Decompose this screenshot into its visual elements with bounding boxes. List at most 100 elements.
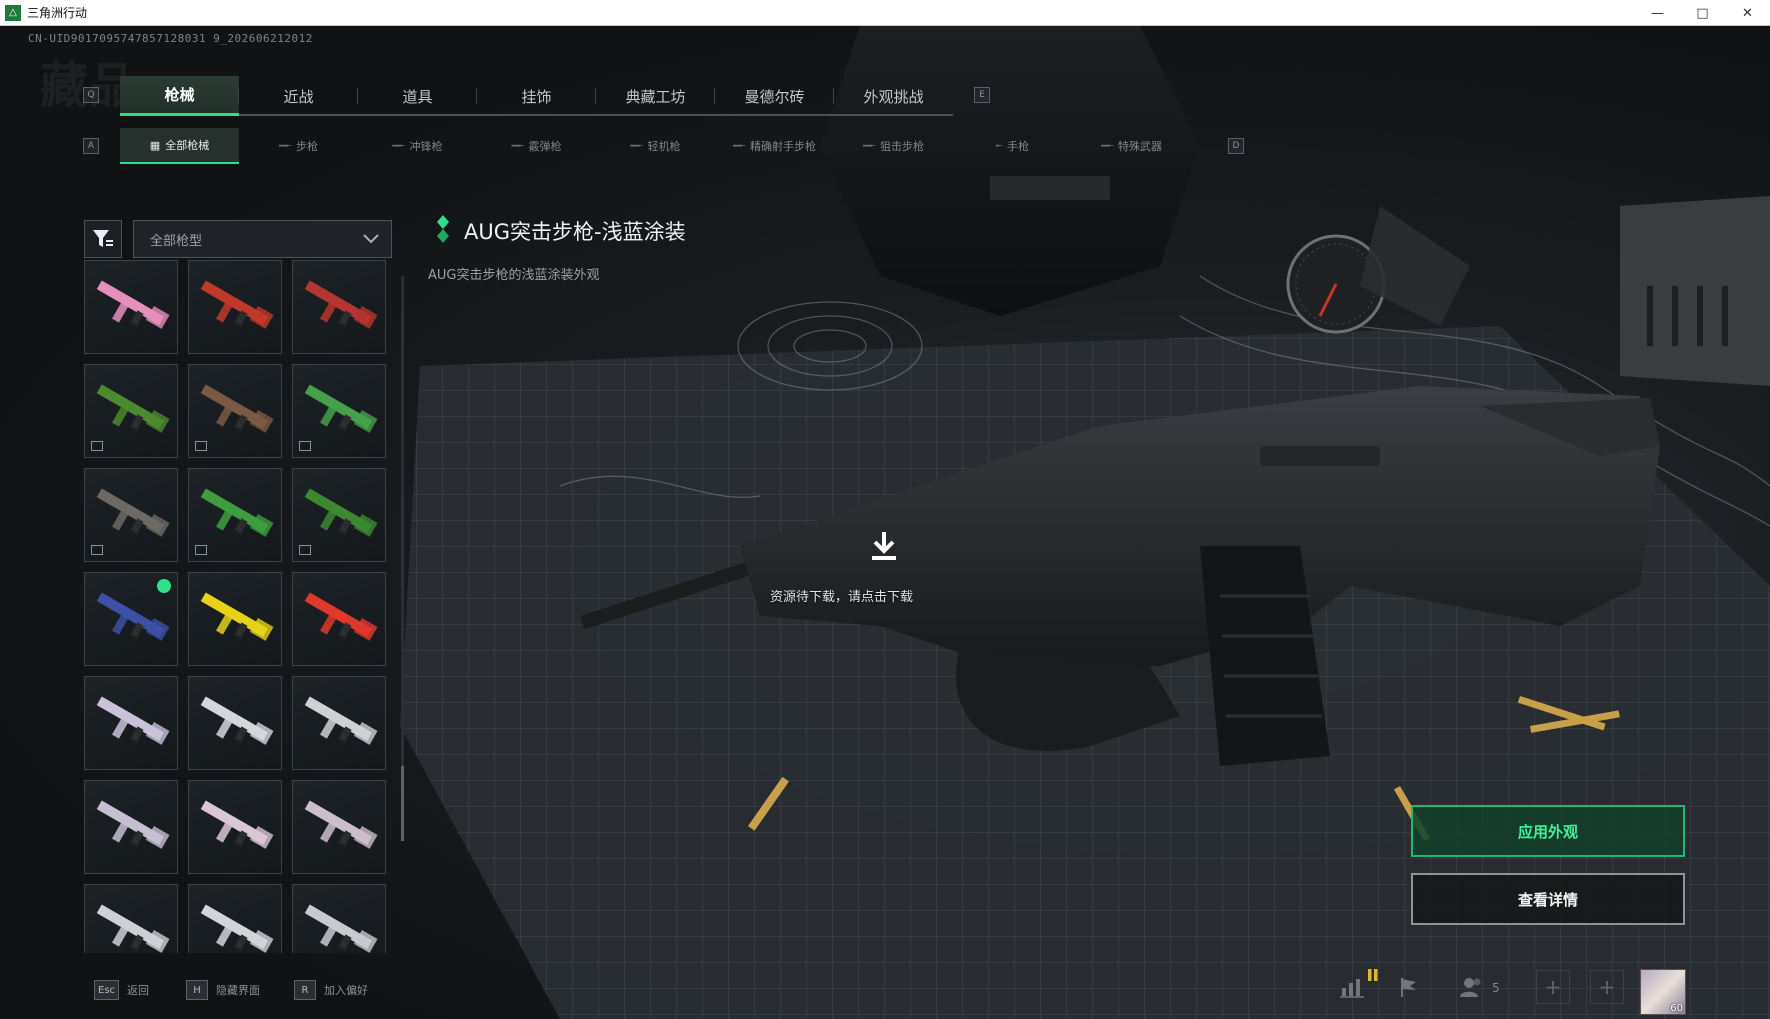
tab-melee[interactable]: 近战 bbox=[239, 76, 358, 116]
subtab-smg[interactable]: ━╾ 冲锋枪 bbox=[358, 128, 477, 164]
skin-tile[interactable] bbox=[84, 364, 178, 458]
subtab-lmg[interactable]: ━╾ 轻机枪 bbox=[596, 128, 715, 164]
pause-indicator-icon bbox=[1368, 966, 1378, 981]
prev-subtab-key-hint: A bbox=[83, 138, 99, 154]
skin-tile[interactable] bbox=[84, 260, 178, 354]
close-button[interactable]: ✕ bbox=[1725, 0, 1770, 26]
subtab-all-guns[interactable]: ▦ 全部枪械 bbox=[120, 128, 239, 164]
skin-tile[interactable] bbox=[292, 364, 386, 458]
prev-tab-key-hint: Q bbox=[83, 87, 99, 103]
skin-tile[interactable] bbox=[292, 260, 386, 354]
chevron-down-icon bbox=[363, 234, 379, 244]
weapon-skin-thumbnail-icon bbox=[96, 800, 170, 849]
skin-tile[interactable] bbox=[188, 572, 282, 666]
equipped-indicator-icon bbox=[157, 579, 171, 593]
weapon-skin-thumbnail-icon bbox=[304, 488, 378, 537]
friends-button[interactable] bbox=[1455, 970, 1489, 1004]
locked-image-icon bbox=[195, 545, 207, 555]
subtab-label: 狙击步枪 bbox=[880, 140, 925, 153]
subtab-sniper[interactable]: ━╾ 狙击步枪 bbox=[834, 128, 953, 164]
back-shortcut[interactable]: Esc 返回 bbox=[94, 978, 149, 1002]
flag-button[interactable] bbox=[1392, 970, 1426, 1004]
subtab-shotgun[interactable]: ━╾ 霰弹枪 bbox=[477, 128, 596, 164]
locked-image-icon bbox=[299, 441, 311, 451]
filter-icon bbox=[93, 230, 113, 247]
add-slot-1-button[interactable]: + bbox=[1536, 970, 1570, 1004]
filter-button[interactable] bbox=[84, 220, 122, 258]
r-key: R bbox=[294, 980, 316, 1000]
skin-tile[interactable] bbox=[292, 572, 386, 666]
maximize-button[interactable]: □ bbox=[1680, 0, 1725, 26]
next-tab-key-hint: E bbox=[974, 87, 990, 103]
skin-tile[interactable] bbox=[292, 468, 386, 562]
tab-mandel-brick[interactable]: 曼德尔砖 bbox=[715, 76, 834, 116]
subtab-pistol[interactable]: ╾ 手枪 bbox=[953, 128, 1072, 164]
player-level: 60 bbox=[1670, 1003, 1683, 1014]
skin-tile[interactable] bbox=[292, 676, 386, 770]
subtab-label: 特殊武器 bbox=[1118, 140, 1163, 153]
tab-collection-workshop[interactable]: 典藏工坊 bbox=[596, 76, 715, 116]
subtab-dmr[interactable]: ━╾ 精确射手步枪 bbox=[715, 128, 834, 164]
subtab-rifle[interactable]: ━╾ 步枪 bbox=[239, 128, 358, 164]
special-weapon-icon: ━╾ bbox=[1100, 140, 1114, 152]
skin-tile[interactable] bbox=[188, 884, 282, 953]
skin-tile[interactable] bbox=[84, 572, 178, 666]
tab-guns[interactable]: 枪械 bbox=[120, 76, 239, 116]
pistol-icon: ╾ bbox=[995, 140, 1003, 152]
scrollbar-thumb[interactable] bbox=[401, 766, 404, 841]
download-prompt-text[interactable]: 资源待下载，请点击下载 bbox=[770, 586, 913, 605]
dmr-icon: ━╾ bbox=[732, 140, 746, 152]
friend-count: 5 bbox=[1492, 981, 1500, 995]
lmg-icon: ━╾ bbox=[630, 140, 643, 152]
add-slot-2-button[interactable]: + bbox=[1590, 970, 1624, 1004]
skin-tile[interactable] bbox=[84, 884, 178, 953]
add-favorite-shortcut[interactable]: R 加入偏好 bbox=[294, 978, 368, 1002]
tab-appearance-challenge[interactable]: 外观挑战 bbox=[834, 76, 953, 116]
hide-ui-shortcut[interactable]: H 隐藏界面 bbox=[186, 978, 260, 1002]
skin-tile[interactable] bbox=[84, 676, 178, 770]
subtab-special[interactable]: ━╾ 特殊武器 bbox=[1072, 128, 1191, 164]
skin-tile[interactable] bbox=[188, 364, 282, 458]
locked-image-icon bbox=[91, 545, 103, 555]
download-button[interactable] bbox=[862, 524, 906, 568]
weapon-skin-thumbnail-icon bbox=[96, 280, 170, 329]
player-avatar[interactable]: 60 bbox=[1640, 969, 1686, 1015]
weapon-type-dropdown[interactable]: 全部枪型 bbox=[133, 220, 392, 258]
skin-tile[interactable] bbox=[188, 676, 282, 770]
minimize-button[interactable]: — bbox=[1635, 0, 1680, 26]
view-details-button[interactable]: 查看详情 bbox=[1411, 873, 1685, 925]
skin-tile[interactable] bbox=[84, 780, 178, 874]
download-icon bbox=[872, 532, 896, 560]
skin-tile[interactable] bbox=[292, 780, 386, 874]
window-title: 三角洲行动 bbox=[27, 6, 88, 20]
main-category-tabs: 枪械 近战 道具 挂饰 典藏工坊 曼德尔砖 外观挑战 bbox=[120, 76, 953, 116]
weapon-skin-thumbnail-icon bbox=[96, 384, 170, 433]
skin-tile[interactable] bbox=[188, 468, 282, 562]
sniper-icon: ━╾ bbox=[862, 140, 876, 152]
weapon-skin-thumbnail-icon bbox=[96, 592, 170, 641]
window-titlebar: △ 三角洲行动 — □ ✕ bbox=[0, 0, 1770, 26]
weapon-skin-thumbnail-icon bbox=[304, 696, 378, 745]
app-logo-icon: △ bbox=[5, 4, 21, 21]
shotgun-icon: ━╾ bbox=[511, 140, 524, 152]
esc-key: Esc bbox=[94, 980, 120, 1000]
skin-grid-scrollbar[interactable] bbox=[401, 276, 404, 841]
skin-tile[interactable] bbox=[188, 780, 282, 874]
plus-icon: + bbox=[1598, 975, 1616, 999]
stats-button[interactable] bbox=[1336, 970, 1370, 1004]
apply-appearance-button[interactable]: 应用外观 bbox=[1411, 805, 1685, 857]
weapon-skin-thumbnail-icon bbox=[96, 488, 170, 537]
h-key: H bbox=[186, 980, 208, 1000]
tab-charms[interactable]: 挂饰 bbox=[477, 76, 596, 116]
subtab-label: 手枪 bbox=[1007, 140, 1030, 153]
skin-tile[interactable] bbox=[84, 468, 178, 562]
locked-image-icon bbox=[299, 545, 311, 555]
weapon-skin-thumbnail-icon bbox=[200, 488, 274, 537]
weapon-skin-thumbnail-icon bbox=[96, 904, 170, 953]
skin-tile[interactable] bbox=[188, 260, 282, 354]
weapon-skin-thumbnail-icon bbox=[304, 384, 378, 433]
tab-items[interactable]: 道具 bbox=[358, 76, 477, 116]
weapon-skin-thumbnail-icon bbox=[96, 696, 170, 745]
skin-tile[interactable] bbox=[292, 884, 386, 953]
subtab-label: 冲锋枪 bbox=[409, 140, 443, 153]
